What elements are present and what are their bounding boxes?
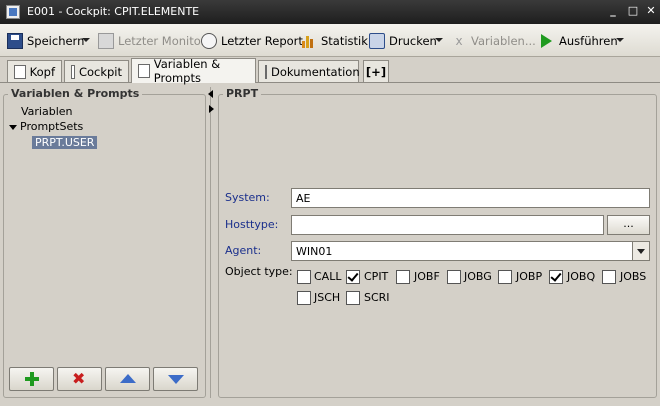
tab-bar: Kopf Cockpit Variablen & Prompts Dokumen… (0, 57, 660, 85)
clock-icon (201, 33, 217, 49)
title-bar: E001 - Cockpit: CPIT.ELEMENTE _ □ ✕ (0, 0, 660, 24)
monitor-icon (98, 33, 114, 49)
delete-x-icon: ✖ (72, 369, 86, 388)
checkbox-label: JOBP (516, 270, 543, 283)
arrow-up-icon (120, 374, 136, 383)
minimize-icon[interactable]: _ (606, 4, 620, 18)
save-label: Speichern (27, 34, 85, 48)
arrow-down-icon (168, 375, 184, 384)
checkbox-label: CALL (314, 270, 342, 283)
tab-add[interactable]: [+] (363, 60, 389, 82)
expand-right-icon[interactable] (209, 105, 214, 113)
agent-select[interactable]: WIN01 (291, 241, 650, 261)
tab-label: Kopf (29, 64, 55, 79)
toolbar: Speichern Letzter Monitor Letzter Report… (0, 24, 660, 57)
collapse-left-icon[interactable] (208, 90, 213, 98)
tab-documentation[interactable]: Dokumentation (258, 60, 360, 82)
system-label: System: (225, 191, 270, 204)
execute-button[interactable]: Ausführen (539, 32, 618, 50)
save-dropdown-icon[interactable] (82, 38, 90, 42)
statistics-label: Statistik (321, 34, 368, 48)
variables-icon: x (455, 34, 463, 48)
app-icon (6, 5, 20, 19)
play-icon (539, 33, 555, 49)
checkbox-call[interactable] (297, 270, 311, 284)
hosttype-field[interactable] (291, 215, 604, 235)
checkbox-jobf[interactable] (396, 270, 410, 284)
tab-cockpit[interactable]: Cockpit (64, 60, 129, 82)
tab-label: Dokumentation (271, 64, 360, 79)
variables-button[interactable]: x Variablen... (451, 32, 536, 50)
bar-chart-icon (301, 33, 317, 49)
object-type-label: Object type: (225, 265, 293, 278)
expand-arrow-icon[interactable] (9, 125, 17, 130)
checkbox-jobp[interactable] (498, 270, 512, 284)
execute-label: Ausführen (559, 34, 618, 48)
print-label: Drucken (389, 34, 437, 48)
checkbox-jobg[interactable] (447, 270, 461, 284)
cockpit-icon (71, 64, 75, 79)
window-title: E001 - Cockpit: CPIT.ELEMENTE (27, 5, 200, 18)
printer-icon (369, 33, 385, 49)
tab-label: Cockpit (78, 64, 122, 79)
delete-button[interactable]: ✖ (57, 367, 102, 391)
tab-kopf[interactable]: Kopf (7, 60, 62, 82)
checkbox-jobq[interactable] (549, 270, 563, 284)
checkbox-jsch[interactable] (297, 291, 311, 305)
checkbox-label: JSCH (314, 291, 341, 304)
prompt-title: PRPT (223, 87, 262, 100)
statistics-button[interactable]: Statistik (301, 32, 368, 50)
system-field[interactable]: AE (291, 188, 650, 208)
panel-title: Variablen & Prompts (8, 87, 143, 100)
add-tab-label: [+] (365, 64, 387, 79)
tree-node-variables[interactable]: Variablen (21, 105, 73, 118)
last-monitor-button[interactable]: Letzter Monitor (98, 32, 206, 50)
last-monitor-label: Letzter Monitor (118, 34, 206, 48)
tab-variables-prompts[interactable]: Variablen & Prompts (131, 57, 256, 85)
move-down-button[interactable] (153, 367, 198, 391)
last-report-button[interactable]: Letzter Report (201, 32, 303, 50)
checkbox-label: JOBQ (567, 270, 596, 283)
checkbox-label: JOBS (620, 270, 647, 283)
print-button[interactable]: Drucken (369, 32, 437, 50)
add-button[interactable] (9, 367, 54, 391)
tab-label: Variablen & Prompts (153, 57, 221, 85)
plus-icon (25, 372, 39, 386)
hosttype-browse-button[interactable]: ... (607, 215, 650, 235)
prompt-panel: PRPT System: AE Hosttype: ... Agent: WIN… (216, 87, 657, 398)
checkbox-label: CPIT (364, 270, 389, 283)
tree-node-promptsets[interactable]: PromptSets (20, 120, 83, 133)
print-dropdown-icon[interactable] (435, 38, 443, 42)
save-button[interactable]: Speichern (7, 32, 84, 50)
move-up-button[interactable] (105, 367, 150, 391)
checkbox-label: JOBF (414, 270, 440, 283)
checkbox-scri[interactable] (346, 291, 360, 305)
documentation-icon (265, 64, 267, 79)
maximize-icon[interactable]: □ (626, 4, 640, 18)
agent-label: Agent: (225, 244, 262, 257)
document-icon (14, 64, 26, 79)
execute-dropdown-icon[interactable] (616, 38, 624, 42)
variables-label: Variablen... (471, 34, 536, 48)
checkbox-jobs[interactable] (602, 270, 616, 284)
checkbox-label: JOBG (464, 270, 492, 283)
checkbox-label: SCRI (364, 291, 390, 304)
floppy-disk-icon (7, 33, 23, 49)
checkbox-cpit[interactable] (346, 270, 360, 284)
agent-dropdown-icon[interactable] (632, 241, 650, 261)
close-icon[interactable]: ✕ (644, 4, 658, 18)
hosttype-label: Hosttype: (225, 218, 279, 231)
last-report-label: Letzter Report (221, 34, 303, 48)
variables-prompts-icon (138, 64, 150, 78)
variables-prompts-panel: Variablen & Prompts Variablen PromptSets… (3, 87, 206, 398)
tree-view[interactable]: Variablen PromptSets PRPT.USER (7, 103, 200, 363)
splitter-line (210, 87, 211, 398)
tree-node-prpt-user[interactable]: PRPT.USER (32, 136, 98, 149)
panel-splitter[interactable] (206, 87, 216, 398)
